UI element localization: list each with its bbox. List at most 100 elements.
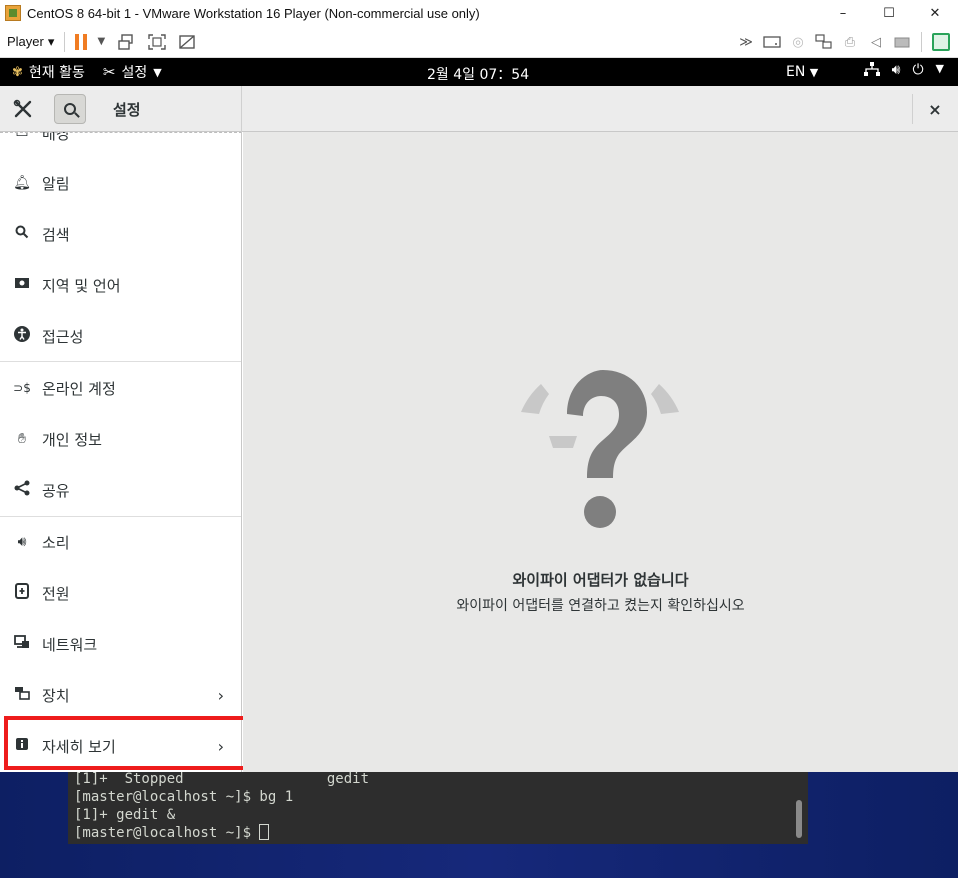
display-icon: ▭ bbox=[15, 132, 29, 141]
activities-button[interactable]: ✾ 현재 활동 bbox=[12, 62, 85, 82]
send-ctrl-alt-del-icon[interactable] bbox=[117, 33, 137, 51]
volume-icon: 🔊︎ bbox=[891, 62, 901, 78]
toolbar-separator bbox=[921, 32, 922, 52]
sidebar-item-notifications[interactable]: 🔔︎ 알림 bbox=[0, 158, 241, 208]
sidebar-item-label: 소리 bbox=[42, 533, 70, 552]
maximize-button[interactable]: ☐ bbox=[866, 0, 912, 26]
no-wifi-title: 와이파이 어댑터가 없습니다 bbox=[512, 571, 689, 589]
network-icon bbox=[12, 635, 32, 653]
vmware-toolbar: Player ▾ ▼ ≫ ◎ ⎙ ◁ bbox=[0, 26, 958, 58]
sidebar-item-label: 개인 정보 bbox=[42, 430, 102, 449]
terminal-scrollbar[interactable] bbox=[796, 800, 802, 838]
highlight-annotation bbox=[4, 716, 248, 770]
system-status-area[interactable]: 🔊︎ ⏻ ▼ bbox=[863, 62, 944, 80]
sidebar-item-label: 공유 bbox=[42, 481, 70, 500]
search-icon bbox=[12, 225, 32, 243]
message-log-icon[interactable] bbox=[932, 33, 950, 51]
forward-icon[interactable]: ≫ bbox=[737, 33, 755, 51]
chevron-right-icon: › bbox=[217, 685, 224, 705]
fit-guest-icon[interactable] bbox=[147, 33, 167, 51]
speaker-icon: 🔊︎ bbox=[17, 534, 27, 550]
devices-icon bbox=[12, 686, 32, 704]
terminal-window[interactable]: [1]+ Stopped gedit [master@localhost ~]$… bbox=[68, 772, 808, 844]
sidebar-item-label: 검색 bbox=[42, 225, 70, 244]
search-icon bbox=[64, 103, 76, 115]
settings-title: 설정 bbox=[113, 101, 141, 119]
toolbar-separator bbox=[64, 31, 66, 52]
camera-icon bbox=[12, 277, 32, 293]
activities-label: 현재 활동 bbox=[28, 65, 85, 81]
no-wifi-subtitle: 와이파이 어댑터를 연결하고 켰는지 확인하십시오 bbox=[456, 598, 745, 614]
sidebar-item-label: 네트워크 bbox=[42, 635, 98, 654]
bell-icon: 🔔︎ bbox=[13, 175, 31, 191]
sidebar-item-label: 장치 bbox=[42, 686, 70, 705]
sidebar-separator bbox=[0, 361, 241, 362]
accessibility-icon bbox=[12, 326, 32, 346]
sidebar-item-search[interactable]: 검색 bbox=[0, 209, 241, 259]
terminal-line: [1]+ Stopped gedit bbox=[74, 772, 370, 787]
usb-icon[interactable] bbox=[893, 33, 911, 51]
network-adapter-icon[interactable] bbox=[815, 33, 833, 51]
close-window-button[interactable]: ✕ bbox=[912, 0, 958, 26]
sidebar-item-background[interactable]: ▭ 배경 bbox=[0, 132, 241, 158]
close-settings-button[interactable]: × bbox=[922, 97, 948, 121]
minimize-button[interactable]: – bbox=[820, 0, 866, 26]
scroll-edge bbox=[0, 132, 241, 133]
vmware-title-bar: CentOS 8 64-bit 1 - VMware Workstation 1… bbox=[0, 0, 958, 26]
sidebar-item-label: 배경 bbox=[42, 132, 70, 143]
sidebar-item-privacy[interactable]: ✋︎ 개인 정보 bbox=[0, 414, 241, 464]
chevron-down-icon: ▼ bbox=[153, 65, 162, 79]
sidebar-item-label: 알림 bbox=[42, 174, 70, 193]
sidebar-item-label: 전원 bbox=[42, 584, 70, 603]
header-separator bbox=[912, 94, 913, 124]
chevron-down-icon: ▼ bbox=[809, 66, 819, 79]
clock[interactable]: 2월 4일 07：54 bbox=[427, 64, 529, 84]
sidebar-item-network[interactable]: 네트워크 bbox=[0, 619, 241, 669]
settings-sidebar: ▭ 배경 🔔︎ 알림 검색 지역 및 언어 접근성 ⊃$ 온라인 계정 ✋︎ 개… bbox=[0, 132, 242, 772]
sidebar-item-sound[interactable]: 🔊︎ 소리 bbox=[0, 517, 241, 567]
unity-mode-icon[interactable] bbox=[177, 33, 197, 51]
hand-icon: ✋︎ bbox=[18, 431, 26, 447]
sidebar-item-accessibility[interactable]: 접근성 bbox=[0, 311, 241, 361]
cd-rom-icon[interactable]: ◎ bbox=[789, 33, 807, 51]
chevron-down-icon: ▼ bbox=[935, 62, 944, 75]
terminal-line: [master@localhost ~]$ bg 1 bbox=[74, 789, 294, 805]
gnome-logo-icon: ✾ bbox=[12, 64, 23, 80]
power-plug-icon bbox=[12, 583, 32, 603]
power-icon: ⏻ bbox=[912, 62, 924, 78]
input-language-menu[interactable]: EN ▼ bbox=[786, 64, 818, 80]
sidebar-item-devices[interactable]: 장치 › bbox=[0, 670, 241, 720]
sound-card-icon[interactable]: ◁ bbox=[867, 33, 885, 51]
app-menu-button[interactable]: ✂ 설정 ▼ bbox=[103, 62, 162, 82]
terminal-line: [1]+ gedit & bbox=[74, 807, 176, 823]
app-menu-label: 설정 bbox=[121, 65, 148, 81]
sidebar-item-online-accounts[interactable]: ⊃$ 온라인 계정 bbox=[0, 363, 241, 413]
sidebar-item-region-language[interactable]: 지역 및 언어 bbox=[0, 260, 241, 310]
vmware-app-icon bbox=[5, 5, 21, 21]
gnome-top-bar: ✾ 현재 활동 ✂ 설정 ▼ 2월 4일 07：54 EN ▼ 🔊︎ ⏻ ▼ bbox=[0, 58, 958, 86]
sidebar-item-label: 접근성 bbox=[42, 327, 84, 346]
chevron-down-icon[interactable]: ▼ bbox=[95, 33, 107, 51]
terminal-prompt-line: [master@localhost ~]$ bbox=[74, 824, 808, 842]
terminal-prompt: [master@localhost ~]$ bbox=[74, 825, 260, 841]
chevron-down-icon: ▾ bbox=[47, 33, 55, 49]
tools-icon: ✂ bbox=[102, 63, 116, 81]
player-menu-label: Player bbox=[7, 34, 44, 49]
sidebar-item-label: 온라인 계정 bbox=[42, 379, 116, 398]
window-title: CentOS 8 64-bit 1 - VMware Workstation 1… bbox=[27, 5, 480, 21]
hard-disk-icon[interactable] bbox=[763, 33, 781, 51]
sidebar-item-sharing[interactable]: 공유 bbox=[0, 465, 241, 515]
share-icon bbox=[12, 480, 32, 500]
sidebar-item-label: 지역 및 언어 bbox=[42, 276, 121, 295]
terminal-cursor bbox=[259, 824, 270, 840]
printer-icon[interactable]: ⎙ bbox=[841, 33, 859, 51]
sidebar-header: 설정 bbox=[0, 86, 242, 132]
question-mark-icon bbox=[521, 370, 679, 528]
search-toggle-button[interactable] bbox=[54, 94, 86, 124]
sidebar-item-power[interactable]: 전원 bbox=[0, 568, 241, 618]
player-menu[interactable]: Player ▾ bbox=[7, 34, 54, 50]
pause-icon[interactable] bbox=[75, 33, 89, 50]
language-label: EN bbox=[786, 64, 806, 80]
settings-header-bar: 설정 × bbox=[0, 86, 958, 132]
wifi-panel: 와이파이 어댑터가 없습니다 와이파이 어댑터를 연결하고 켰는지 확인하십시오 bbox=[243, 132, 958, 772]
